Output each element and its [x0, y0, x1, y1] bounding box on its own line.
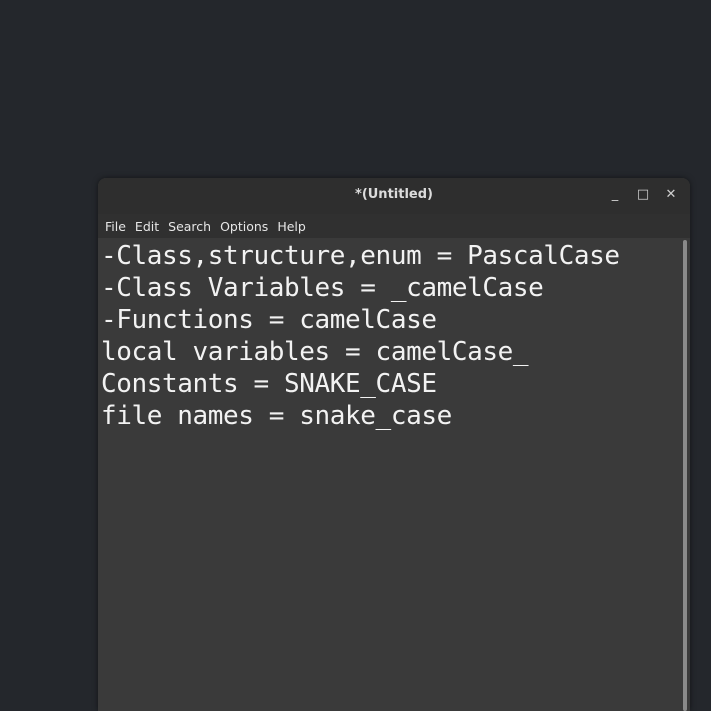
menu-bar: File Edit Search Options Help — [98, 214, 690, 238]
window-title: *(Untitled) — [355, 187, 433, 202]
close-button[interactable]: ✕ — [660, 184, 682, 206]
menu-options[interactable]: Options — [219, 219, 274, 234]
title-bar[interactable]: *(Untitled) _ □ ✕ — [98, 178, 690, 214]
menu-help[interactable]: Help — [276, 219, 312, 234]
window-controls: _ □ ✕ — [604, 184, 682, 206]
text-line: local variables = camelCase_ — [101, 337, 529, 367]
menu-edit[interactable]: Edit — [134, 219, 165, 234]
text-line: -Class Variables = _camelCase — [101, 273, 544, 303]
text-line: file names = snake_case — [101, 401, 452, 431]
menu-search[interactable]: Search — [167, 219, 217, 234]
text-line: -Functions = camelCase — [101, 305, 437, 335]
text-area[interactable]: -Class,structure,enum = PascalCase -Clas… — [98, 238, 680, 711]
desktop-background: *(Untitled) _ □ ✕ File Edit Search Optio… — [0, 0, 711, 711]
text-editor-window: *(Untitled) _ □ ✕ File Edit Search Optio… — [98, 178, 690, 711]
menu-file[interactable]: File — [104, 219, 132, 234]
vertical-scrollbar[interactable] — [683, 240, 687, 711]
minimize-button[interactable]: _ — [604, 184, 626, 206]
text-line: Constants = SNAKE_CASE — [101, 369, 437, 399]
text-line: -Class,structure,enum = PascalCase — [101, 241, 620, 271]
maximize-button[interactable]: □ — [632, 184, 654, 206]
